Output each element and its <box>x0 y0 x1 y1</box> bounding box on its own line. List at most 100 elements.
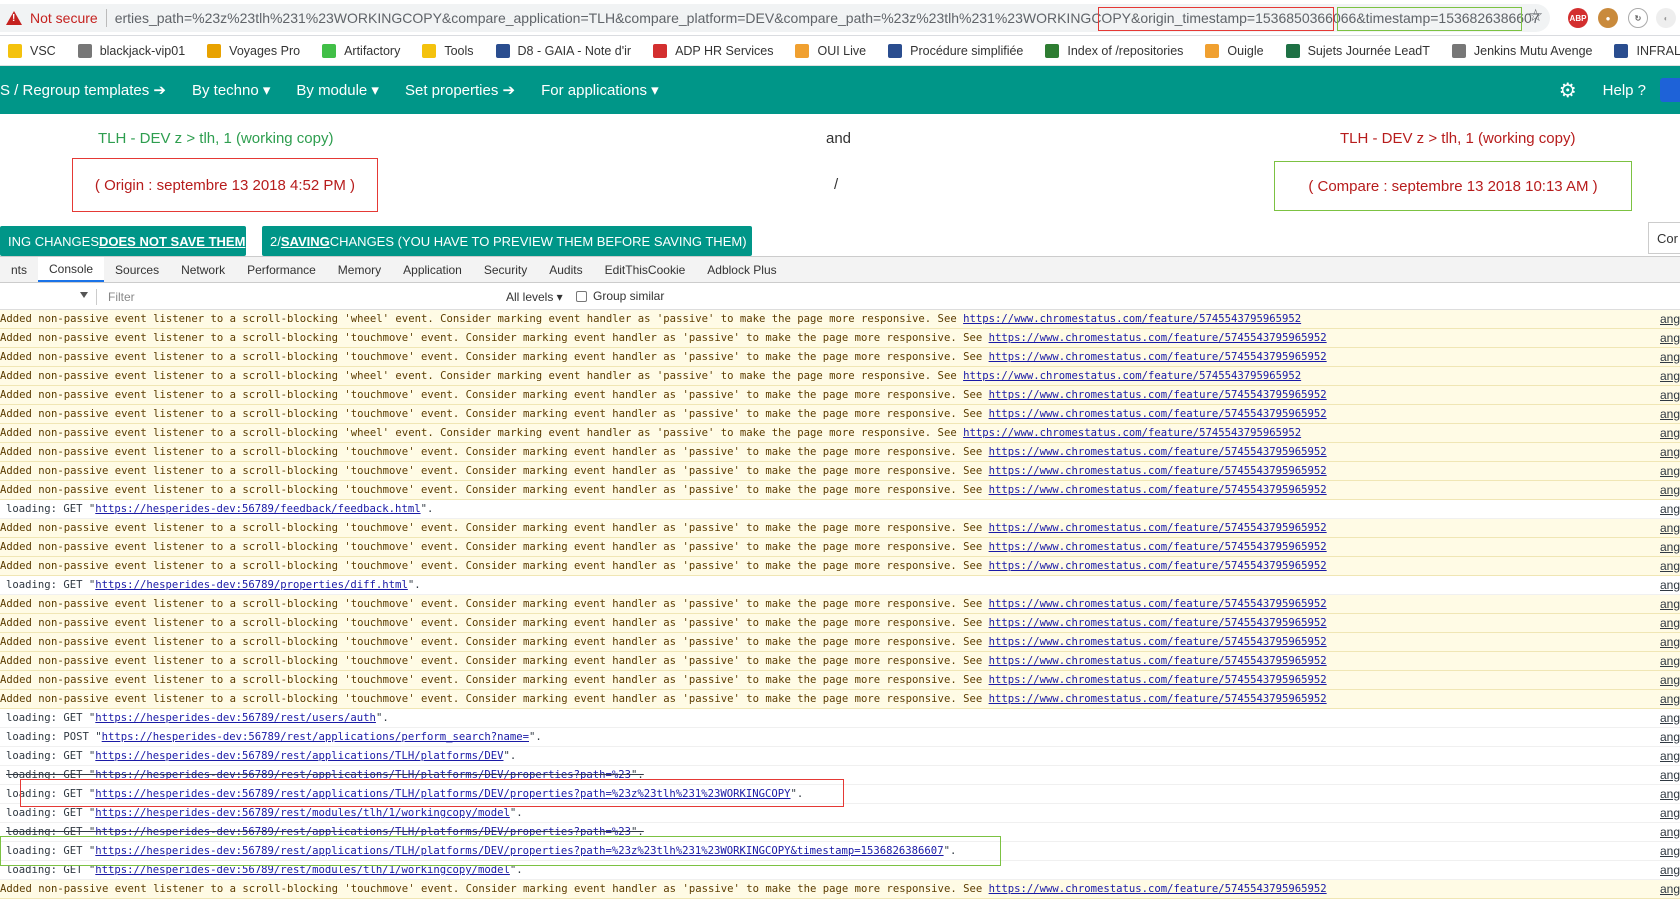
nav-item[interactable]: For applications ▾ <box>541 81 659 99</box>
console-link[interactable]: https://www.chromestatus.com/feature/574… <box>989 408 1327 420</box>
console-link[interactable]: https://www.chromestatus.com/feature/574… <box>989 351 1327 363</box>
console-link[interactable]: https://www.chromestatus.com/feature/574… <box>989 560 1327 572</box>
gear-icon[interactable]: ⚙ <box>1559 78 1577 103</box>
console-link[interactable]: https://www.chromestatus.com/feature/574… <box>963 370 1301 382</box>
console-link[interactable]: https://www.chromestatus.com/feature/574… <box>989 484 1327 496</box>
save-changes-button[interactable]: 2/ SAVING CHANGES (YOU HAVE TO PREVIEW T… <box>262 226 752 256</box>
bookmark-item[interactable]: D8 - GAIA - Note d'ir <box>495 43 631 58</box>
console-link[interactable]: https://hesperides-dev:56789/rest/applic… <box>102 731 529 743</box>
bookmark-item[interactable]: ADP HR Services <box>653 43 773 58</box>
source-link[interactable]: ang <box>1660 690 1680 708</box>
cookie-icon[interactable]: ● <box>1598 8 1618 28</box>
nav-item[interactable]: By techno ▾ <box>192 81 270 99</box>
devtools-tab[interactable]: Network <box>170 257 236 282</box>
source-link[interactable]: ang <box>1660 728 1680 746</box>
adblock-plus-icon[interactable]: ABP <box>1568 8 1588 28</box>
console-link[interactable]: https://hesperides-dev:56789/rest/applic… <box>95 788 790 800</box>
console-link[interactable]: https://hesperides-dev:56789/rest/applic… <box>95 750 503 762</box>
source-link[interactable]: ang <box>1660 386 1680 404</box>
source-link[interactable]: ang <box>1660 880 1680 898</box>
console-link[interactable]: https://hesperides-dev:56789/feedback/fe… <box>95 503 420 515</box>
devtools-tab[interactable]: Console <box>38 257 105 282</box>
devtools-tab[interactable]: Performance <box>236 257 327 282</box>
source-link[interactable]: ang <box>1660 310 1680 328</box>
console-link[interactable]: https://www.chromestatus.com/feature/574… <box>989 598 1327 610</box>
omnibox[interactable]: Not secure erties_path=%23z%23tlh%231%23… <box>0 4 1550 32</box>
devtools-tab[interactable]: Application <box>392 257 473 282</box>
source-link[interactable]: ang <box>1660 785 1680 803</box>
nav-item[interactable]: S / Regroup templates ➔ <box>0 81 166 99</box>
source-link[interactable]: ang <box>1660 861 1680 879</box>
bookmark-item[interactable]: Ouigle <box>1205 43 1264 58</box>
source-link[interactable]: ang <box>1660 405 1680 423</box>
user-menu-tab[interactable] <box>1660 78 1680 102</box>
source-link[interactable]: ang <box>1660 481 1680 499</box>
bookmark-item[interactable]: INFRALIB - Infralib - \ <box>1614 43 1680 58</box>
bookmark-item[interactable]: Voyages Pro <box>207 43 300 58</box>
nav-item[interactable]: Set properties ➔ <box>405 81 515 99</box>
source-link[interactable]: ang <box>1660 443 1680 461</box>
devtools-tab[interactable]: Adblock Plus <box>696 257 787 282</box>
source-link[interactable]: ang <box>1660 519 1680 537</box>
security-indicator[interactable]: Not secure <box>6 10 98 26</box>
source-link[interactable]: ang <box>1660 804 1680 822</box>
help-button[interactable]: Help ? <box>1603 82 1646 99</box>
bookmark-item[interactable]: Procédure simplifiée <box>888 43 1023 58</box>
console-link[interactable]: https://www.chromestatus.com/feature/574… <box>963 427 1301 439</box>
console-link[interactable]: https://www.chromestatus.com/feature/574… <box>989 541 1327 553</box>
console-link[interactable]: https://www.chromestatus.com/feature/574… <box>989 522 1327 534</box>
nav-item[interactable]: By module ▾ <box>296 81 379 99</box>
console-link[interactable]: https://hesperides-dev:56789/rest/module… <box>95 807 510 819</box>
source-link[interactable]: ang <box>1660 614 1680 632</box>
profile-icon[interactable]: ◐ <box>1656 8 1676 28</box>
console-link[interactable]: https://hesperides-dev:56789/properties/… <box>95 579 408 591</box>
console-link[interactable]: https://hesperides-dev:56789/rest/applic… <box>95 769 631 781</box>
console-link[interactable]: https://www.chromestatus.com/feature/574… <box>989 636 1327 648</box>
console-link[interactable]: https://www.chromestatus.com/feature/574… <box>989 332 1327 344</box>
filter-input[interactable] <box>100 287 498 307</box>
levels-dropdown[interactable]: All levels ▾ <box>506 290 563 304</box>
source-link[interactable]: ang <box>1660 652 1680 670</box>
group-similar-checkbox[interactable] <box>576 290 587 302</box>
console-link[interactable]: https://hesperides-dev:56789/rest/module… <box>95 864 510 876</box>
devtools-tab[interactable]: Security <box>473 257 538 282</box>
source-link[interactable]: ang <box>1660 348 1680 366</box>
console-link[interactable]: https://www.chromestatus.com/feature/574… <box>989 617 1327 629</box>
source-link[interactable]: ang <box>1660 633 1680 651</box>
devtools-tab[interactable]: Memory <box>327 257 392 282</box>
source-link[interactable]: ang <box>1660 424 1680 442</box>
bookmark-item[interactable]: Sujets Journée LeadT <box>1285 43 1430 58</box>
bookmark-item[interactable]: Tools <box>422 43 474 58</box>
console-link[interactable]: https://www.chromestatus.com/feature/574… <box>989 655 1327 667</box>
source-link[interactable]: ang <box>1660 823 1680 841</box>
source-link[interactable]: ang <box>1660 595 1680 613</box>
context-dropdown-icon[interactable] <box>80 292 88 298</box>
bookmark-item[interactable]: Index of /repositories <box>1045 43 1183 58</box>
source-link[interactable]: ang <box>1660 671 1680 689</box>
source-link[interactable]: ang <box>1660 462 1680 480</box>
console-link[interactable]: https://www.chromestatus.com/feature/574… <box>989 465 1327 477</box>
console-link[interactable]: https://www.chromestatus.com/feature/574… <box>989 883 1327 895</box>
devtools-tab[interactable]: Audits <box>538 257 593 282</box>
console-link[interactable]: https://www.chromestatus.com/feature/574… <box>989 389 1327 401</box>
bookmark-star-icon[interactable]: ☆ <box>1528 6 1543 26</box>
source-link[interactable]: ang <box>1660 576 1680 594</box>
source-link[interactable]: ang <box>1660 766 1680 784</box>
console-link[interactable]: https://hesperides-dev:56789/rest/users/… <box>95 712 376 724</box>
devtools-tab[interactable]: Sources <box>104 257 170 282</box>
bookmark-item[interactable]: blackjack-vip01 <box>77 43 185 58</box>
preview-changes-button[interactable]: ING CHANGES DOES NOT SAVE THEM <box>0 226 246 256</box>
console-link[interactable]: https://www.chromestatus.com/feature/574… <box>989 674 1327 686</box>
source-link[interactable]: ang <box>1660 842 1680 860</box>
bookmark-item[interactable]: OUI Live <box>795 43 866 58</box>
console-link[interactable]: https://hesperides-dev:56789/rest/applic… <box>95 845 943 857</box>
source-link[interactable]: ang <box>1660 538 1680 556</box>
source-link[interactable]: ang <box>1660 747 1680 765</box>
console-link[interactable]: https://www.chromestatus.com/feature/574… <box>989 693 1327 705</box>
devtools-tab[interactable]: EditThisCookie <box>594 257 697 282</box>
bookmark-item[interactable]: Artifactory <box>322 43 400 58</box>
bookmark-item[interactable]: Jenkins Mutu Avenge <box>1451 43 1592 58</box>
source-link[interactable]: ang <box>1660 500 1680 518</box>
group-similar-toggle[interactable]: Group similar <box>576 289 664 303</box>
console-link[interactable]: https://www.chromestatus.com/feature/574… <box>989 446 1327 458</box>
